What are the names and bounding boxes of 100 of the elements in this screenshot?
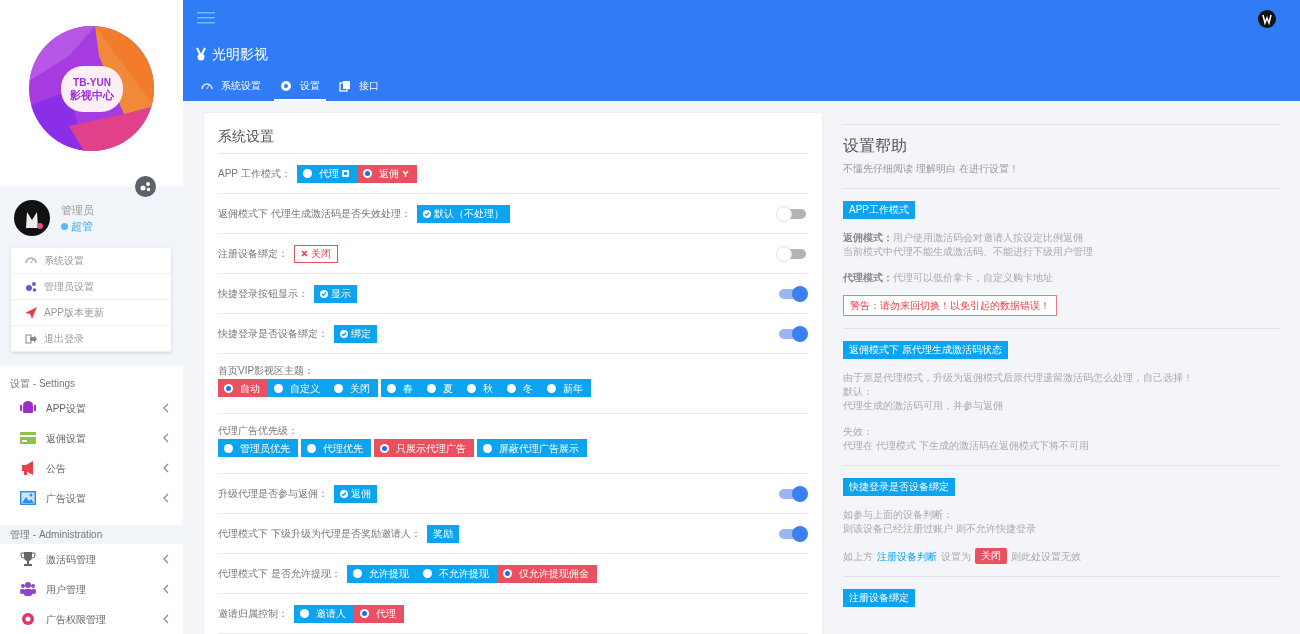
- radio-icon: [467, 383, 476, 393]
- field-label: 代理广告优先级：: [218, 424, 299, 438]
- status-badge: 奖励: [426, 524, 459, 543]
- help-link[interactable]: 注册设备判断: [877, 548, 937, 564]
- radio-icon: [334, 383, 343, 393]
- check-icon: [320, 289, 328, 298]
- card-icon: [20, 430, 36, 446]
- radio-option[interactable]: 代理: [296, 164, 357, 183]
- chevron-icon: [163, 463, 169, 473]
- check-icon: [422, 209, 431, 218]
- help-text: 默认：: [843, 385, 874, 399]
- help-text: 当前模式中代理不能生成激活码、不能进行下级用户管理: [843, 245, 1094, 259]
- radio-option[interactable]: 代理优先: [301, 439, 371, 457]
- status-badge: 显示: [314, 284, 357, 303]
- section-tag: APP工作模式: [843, 201, 915, 219]
- field-label: 快捷登录是否设备绑定：: [218, 327, 328, 341]
- brand-title: 光明影视: [212, 44, 268, 64]
- status-badge: 返佣: [334, 484, 377, 503]
- radio-icon: [427, 383, 436, 393]
- help-text: 代理生成的激活码可用，并参与返佣: [843, 399, 1004, 413]
- avatar-icon: [1258, 10, 1276, 28]
- check-icon: [340, 489, 348, 498]
- logo-text: TB-YUN: [73, 77, 111, 89]
- menu-item[interactable]: 退出登录: [11, 326, 171, 352]
- help-text: 失效：: [843, 425, 874, 439]
- toggle-switch[interactable]: [776, 245, 808, 262]
- section-tag: 注册设备绑定: [843, 589, 915, 607]
- help-title: 设置帮助: [843, 136, 908, 156]
- user-role: 超管: [71, 219, 93, 234]
- radio-icon: [352, 569, 362, 578]
- radio-option[interactable]: 不允许提现: [416, 564, 497, 583]
- nav-item[interactable]: APP设置: [0, 393, 183, 423]
- radio-icon: [387, 383, 396, 393]
- menu-item[interactable]: 系统设置: [11, 248, 171, 274]
- radio-option[interactable]: 邀请人: [294, 604, 354, 623]
- close-icon: [301, 250, 308, 257]
- chevron-icon: [163, 403, 169, 413]
- menu-item[interactable]: APP版本更新: [11, 300, 171, 326]
- nav-item[interactable]: 用户管理: [0, 574, 183, 604]
- tab[interactable]: 系统设置: [195, 72, 267, 101]
- field-label: 代理模式下 是否允许提现：: [218, 567, 341, 581]
- radio-option[interactable]: 新年: [541, 379, 591, 397]
- radio-option[interactable]: 仅允许提现佣金: [496, 564, 597, 583]
- nav-item[interactable]: 广告权限管理: [0, 604, 183, 634]
- radio-option[interactable]: 夏: [421, 379, 461, 397]
- radio-icon: [300, 609, 309, 618]
- help-text: 设置为: [941, 549, 971, 564]
- help-text: 则此处设置无效: [1011, 549, 1081, 564]
- nav-item[interactable]: 广告设置: [0, 483, 183, 513]
- radio-option[interactable]: 关闭: [328, 379, 378, 397]
- users-icon: [20, 581, 36, 597]
- nav-item[interactable]: 公告: [0, 453, 183, 483]
- tab[interactable]: 接口: [333, 72, 385, 101]
- toggle-switch[interactable]: [776, 205, 808, 222]
- nav-item[interactable]: 激活码管理: [0, 544, 183, 574]
- radio-option[interactable]: 允许提现: [346, 564, 417, 583]
- radio-option[interactable]: 自动: [218, 379, 268, 397]
- help-text: 返佣模式：用户使用激活码会对邀请人按设定比例返佣: [843, 231, 1084, 245]
- section-tag: 返佣模式下 原代理生成激活码状态: [843, 341, 1008, 359]
- radio-icon: [274, 383, 283, 393]
- trophy-icon: [20, 551, 36, 567]
- nav-item[interactable]: 返佣设置: [0, 423, 183, 453]
- radio-icon: [547, 383, 556, 393]
- copy-icon: [339, 79, 351, 92]
- radio-option[interactable]: 自定义: [268, 379, 328, 397]
- section-heading: 管理 - Administration: [10, 528, 103, 542]
- tab[interactable]: 设置: [274, 72, 326, 101]
- chevron-icon: [163, 584, 169, 594]
- radio-icon: [507, 383, 516, 393]
- help-text: 代理模式：代理可以低价拿卡，自定义购卡地址: [843, 271, 1054, 285]
- card-icon: [341, 170, 349, 177]
- android-icon: [20, 400, 36, 416]
- radio-option[interactable]: 返佣: [356, 164, 417, 183]
- help-text: 则该设备已经注册过账户 则不允许快捷登录: [843, 522, 1037, 536]
- status-badge: 绑定: [334, 324, 377, 343]
- radio-option[interactable]: 只展示代理广告: [374, 439, 474, 457]
- chevron-icon: [163, 493, 169, 503]
- menu-item[interactable]: 管理员设置: [11, 274, 171, 300]
- megaphone-icon: [20, 460, 36, 476]
- check-icon: [340, 329, 348, 338]
- status-badge: 默认（不处理）: [416, 204, 510, 223]
- radio-option[interactable]: 冬: [501, 379, 541, 397]
- status-badge: 关闭: [975, 548, 1007, 564]
- logo-text: 影视中心: [70, 89, 114, 101]
- radio-option[interactable]: 管理员优先: [218, 439, 298, 457]
- radio-option[interactable]: 屏蔽代理广告展示: [477, 439, 587, 457]
- help-text: 代理在 代理模式 下生成的激活码在返佣模式下将不可用: [843, 439, 1090, 453]
- medal-icon: [196, 47, 206, 61]
- image-icon: [20, 490, 36, 506]
- paper-plane-icon: [25, 306, 37, 319]
- field-label: 注册设备绑定：: [218, 247, 288, 261]
- radio-icon: [224, 383, 233, 393]
- radio-icon: [362, 169, 372, 178]
- radio-option[interactable]: 代理: [354, 604, 404, 623]
- field-label: APP 工作模式：: [218, 167, 291, 181]
- field-label: 快捷登录按钮显示：: [218, 287, 308, 301]
- radio-option[interactable]: 秋: [461, 379, 501, 397]
- radio-option[interactable]: 春: [381, 379, 421, 397]
- field-label: 代理模式下 下级升级为代理是否奖励邀请人：: [218, 527, 421, 541]
- chevron-icon: [163, 614, 169, 624]
